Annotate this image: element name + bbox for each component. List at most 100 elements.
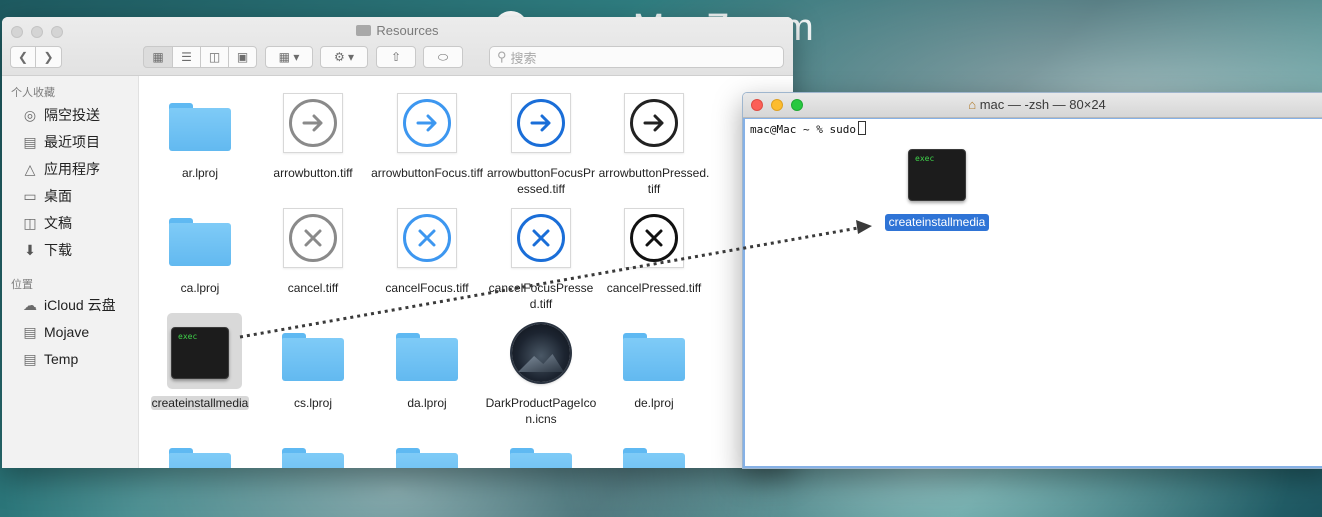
recents-icon: ▤ xyxy=(23,133,37,150)
sidebar-item-label: 最近项目 xyxy=(44,134,100,150)
list-view-button[interactable]: ☰ xyxy=(172,46,201,68)
file-name: arrowbutton.tiff xyxy=(273,166,353,180)
window-title: Resources xyxy=(2,23,793,38)
sidebar-item-desktop[interactable]: ▭ 桌面 xyxy=(21,186,72,206)
airdrop-icon: ◎ xyxy=(23,106,37,123)
icon-view-button[interactable]: ▦ xyxy=(143,46,173,68)
column-view-button[interactable]: ◫ xyxy=(200,46,229,68)
terminal-title-text: mac — -zsh — 80×24 xyxy=(979,97,1106,112)
folder-icon xyxy=(356,25,372,36)
gallery-view-button[interactable]: ▣ xyxy=(228,46,257,68)
file-item[interactable]: cancelFocus.tiff xyxy=(370,204,484,296)
sidebar-item-label: 应用程序 xyxy=(44,161,100,177)
file-item[interactable]: cancel.tiff xyxy=(256,204,370,296)
file-item[interactable] xyxy=(143,434,257,468)
file-name: da.lproj xyxy=(407,396,447,410)
file-name: cancelFocusPressed.tiff xyxy=(488,281,594,311)
drag-preview: exec createinstallmedia xyxy=(883,149,991,231)
columns-icon: ◫ xyxy=(208,50,221,64)
exec-icon: exec xyxy=(908,149,966,201)
sidebar-item-label: 下载 xyxy=(44,242,72,258)
mojave-icns-icon xyxy=(512,324,570,382)
file-name: cancel.tiff xyxy=(287,281,339,295)
action-button[interactable]: ⚙ ▾ xyxy=(320,46,368,68)
drag-label-wrap: createinstallmedia xyxy=(883,214,991,231)
folder-icon xyxy=(623,333,685,381)
back-button[interactable]: ❮ xyxy=(10,46,36,68)
terminal-prompt: mac@Mac ~ % sudo xyxy=(750,121,866,136)
group-icon: ▦ ▾ xyxy=(278,50,300,64)
arrow-button-pressed-icon xyxy=(624,93,684,153)
tags-button[interactable]: ⬭ xyxy=(423,46,463,68)
locations-header: 位置 xyxy=(11,279,33,291)
sidebar-item-label: Mojave xyxy=(44,324,90,340)
file-name: ca.lproj xyxy=(180,281,220,295)
file-item[interactable]: ar.lproj xyxy=(143,89,257,181)
desktop-icon: ▭ xyxy=(23,187,37,204)
finder-window: Resources ❮ ❯ ▦ ☰ ◫ ▣ ▦ ▾ ⚙ ▾ ⇧ ⬭ ⚲ 搜索 个… xyxy=(2,17,793,468)
file-item[interactable] xyxy=(484,434,598,468)
sidebar-item-label: 隔空投送 xyxy=(44,107,100,123)
file-item[interactable]: arrowbuttonFocus.tiff xyxy=(370,89,484,181)
file-item[interactable] xyxy=(256,434,370,468)
cancel-focus-pressed-icon xyxy=(511,208,571,268)
sidebar-item-mojave[interactable]: ▤ Mojave xyxy=(21,322,89,342)
prompt-text: mac@Mac ~ % sudo xyxy=(750,123,856,136)
sidebar-item-temp[interactable]: ▤ Temp xyxy=(21,349,78,369)
disk-icon: ▤ xyxy=(23,323,37,340)
file-item[interactable]: ca.lproj xyxy=(143,204,257,296)
folder-icon xyxy=(169,448,231,468)
sidebar-item-downloads[interactable]: ⬇ 下载 xyxy=(21,240,72,260)
file-item[interactable]: arrowbutton.tiff xyxy=(256,89,370,181)
chevron-left-icon: ❮ xyxy=(17,50,29,64)
file-name: arrowbuttonPressed.tiff xyxy=(598,166,710,196)
file-name: ar.lproj xyxy=(181,166,219,180)
share-button[interactable]: ⇧ xyxy=(376,46,416,68)
file-item[interactable]: cs.lproj xyxy=(256,319,370,411)
file-name: DarkProductPageIcon.icns xyxy=(485,396,597,426)
drag-label: createinstallmedia xyxy=(885,214,989,231)
search-input[interactable]: ⚲ 搜索 xyxy=(489,46,784,68)
file-name-text: createinstallmedia xyxy=(150,396,250,410)
sidebar-item-documents[interactable]: ◫ 文稿 xyxy=(21,213,72,233)
file-item[interactable]: cancelFocusPressed.tiff xyxy=(484,204,598,312)
file-item[interactable]: de.lproj xyxy=(597,319,711,411)
sidebar-item-recents[interactable]: ▤ 最近项目 xyxy=(21,132,100,152)
file-item[interactable]: cancelPressed.tiff xyxy=(597,204,711,296)
sidebar-item-label: Temp xyxy=(44,351,79,367)
folder-icon xyxy=(623,448,685,468)
exec-icon-text: exec xyxy=(915,154,935,163)
documents-icon: ◫ xyxy=(23,214,37,231)
terminal-body[interactable]: mac@Mac ~ % sudo xyxy=(743,118,1322,468)
search-placeholder: 搜索 xyxy=(510,50,537,66)
file-name: createinstallmedia xyxy=(143,395,257,411)
cancel-focus-icon xyxy=(397,208,457,268)
arrow-button-focus-pressed-icon xyxy=(511,93,571,153)
file-item[interactable] xyxy=(370,434,484,468)
sidebar-item-label: 桌面 xyxy=(44,188,72,204)
folder-icon xyxy=(510,448,572,468)
file-item[interactable] xyxy=(597,434,711,468)
file-item[interactable]: da.lproj xyxy=(370,319,484,411)
file-item[interactable]: arrowbuttonPressed.tiff xyxy=(597,89,711,197)
list-icon: ☰ xyxy=(181,50,192,64)
finder-toolbar: Resources ❮ ❯ ▦ ☰ ◫ ▣ ▦ ▾ ⚙ ▾ ⇧ ⬭ ⚲ 搜索 xyxy=(2,17,793,76)
file-name: arrowbuttonFocus.tiff xyxy=(371,166,483,180)
group-button[interactable]: ▦ ▾ xyxy=(265,46,313,68)
icloud-icon: ☁ xyxy=(23,296,37,313)
grid-icon: ▦ xyxy=(152,50,164,64)
drag-label-text: createinstallmedia xyxy=(888,215,986,229)
file-item[interactable]: arrowbuttonFocusPressed.tiff xyxy=(484,89,598,197)
downloads-icon: ⬇ xyxy=(24,241,36,258)
sidebar-item-airdrop[interactable]: ◎ 隔空投送 xyxy=(21,105,100,125)
sidebar-item-icloud[interactable]: ☁ iCloud 云盘 xyxy=(21,295,116,315)
arrow-button-icon xyxy=(283,93,343,153)
arrow-button-focus-icon xyxy=(397,93,457,153)
sidebar-item-label: 文稿 xyxy=(44,215,72,231)
file-item-selected[interactable]: exec createinstallmedia xyxy=(143,313,257,411)
file-name: arrowbuttonFocusPressed.tiff xyxy=(486,166,596,196)
window-title-text: Resources xyxy=(376,23,439,38)
file-item[interactable]: DarkProductPageIcon.icns xyxy=(484,319,598,427)
forward-button[interactable]: ❯ xyxy=(35,46,62,68)
sidebar-item-applications[interactable]: △ 应用程序 xyxy=(21,159,100,179)
